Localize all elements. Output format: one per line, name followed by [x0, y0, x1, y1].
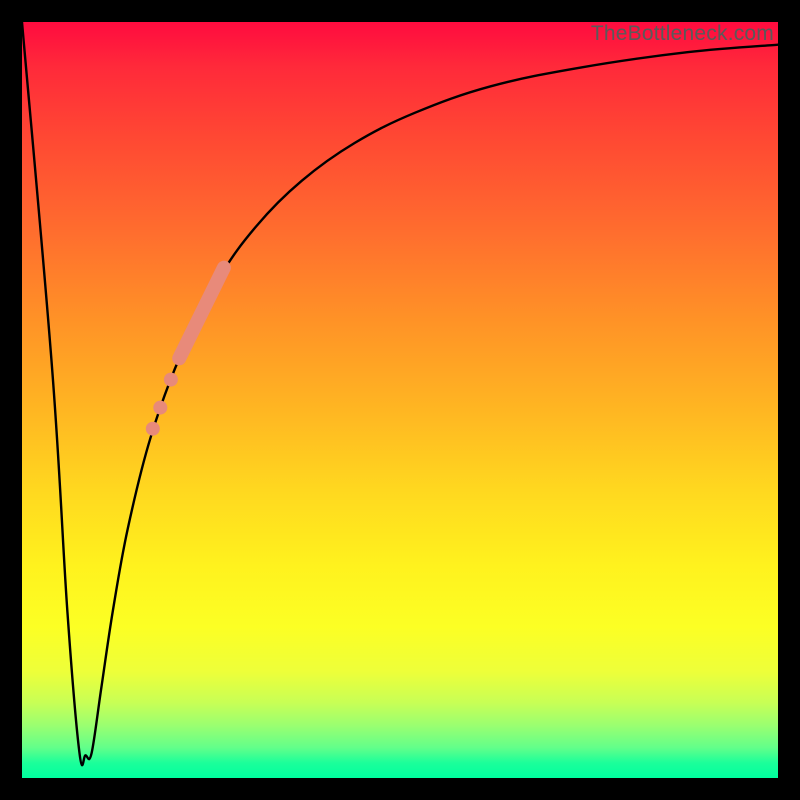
- bottleneck-curve: [22, 22, 778, 765]
- watermark-text: TheBottleneck.com: [591, 22, 774, 46]
- curve-path: [22, 22, 778, 765]
- highlight-dot-1: [153, 401, 167, 415]
- highlight-markers: [146, 268, 224, 436]
- chart-svg: [22, 22, 778, 778]
- highlight-dot-0: [146, 422, 160, 436]
- plot-area: TheBottleneck.com: [22, 22, 778, 778]
- highlight-segment: [179, 268, 224, 359]
- chart-container: TheBottleneck.com: [0, 0, 800, 800]
- highlight-dot-2: [164, 373, 178, 387]
